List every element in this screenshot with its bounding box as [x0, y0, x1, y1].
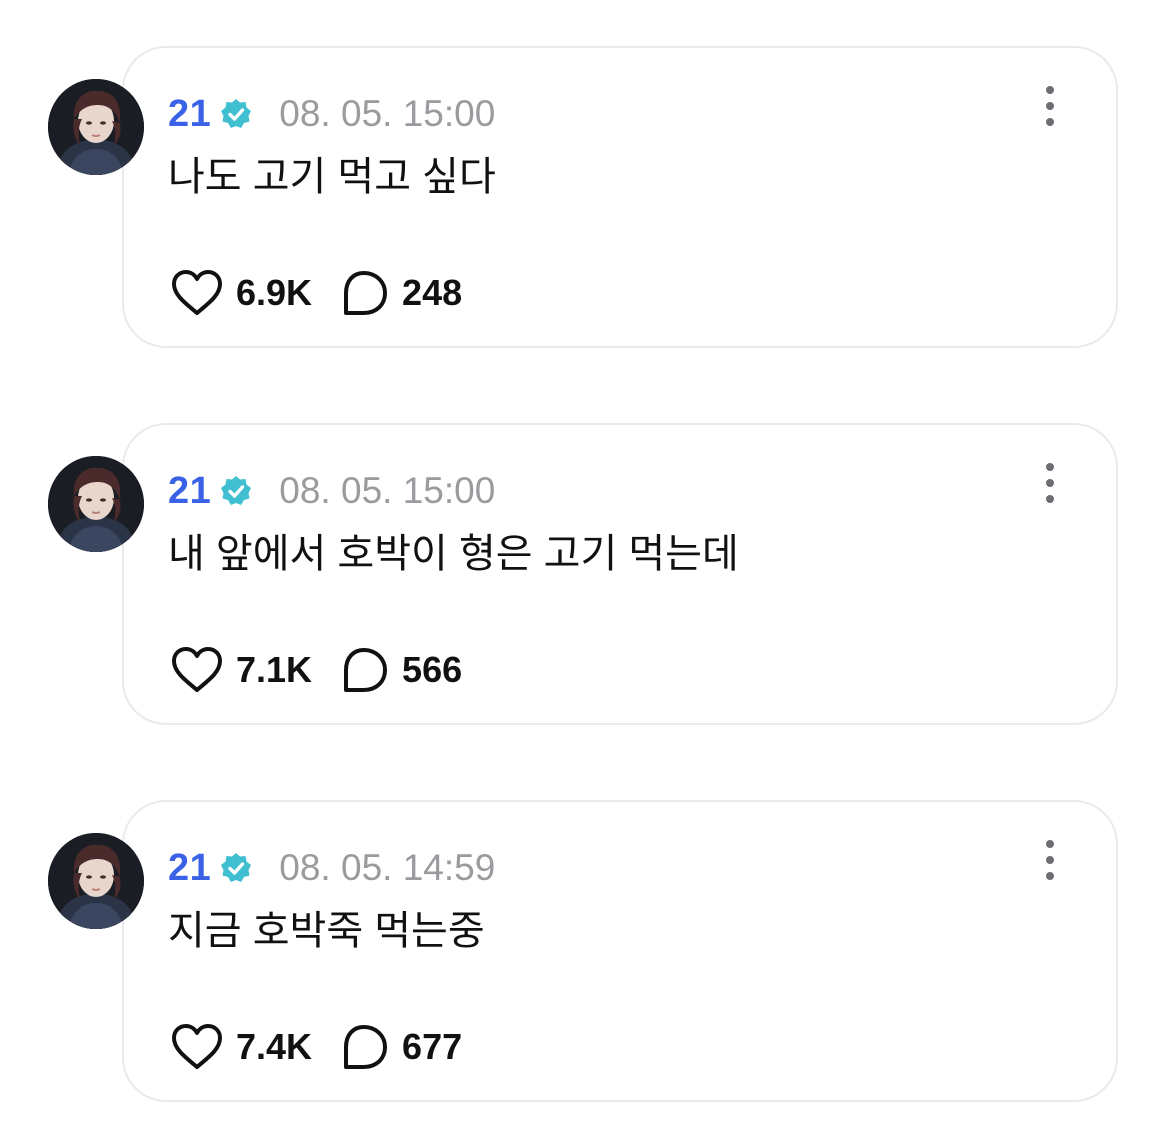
menu-dot	[1046, 102, 1054, 110]
post-timestamp: 08. 05. 14:59	[279, 847, 496, 888]
post-actions: 6.9K 248	[170, 258, 462, 328]
avatar-image	[48, 79, 144, 175]
post[interactable]: 21 08. 05. 15:00 나도 고기 먹고 싶다 6.9K 248	[0, 46, 1170, 350]
post-header: 21 08. 05. 15:00	[168, 461, 495, 521]
reply-count: 566	[402, 649, 463, 690]
verified-check-icon	[219, 97, 253, 131]
reply-bubble-icon	[344, 271, 388, 315]
menu-dot	[1046, 118, 1054, 126]
more-options-icon[interactable]	[1032, 86, 1068, 126]
like-button[interactable]: 7.4K	[170, 1023, 312, 1071]
author-name[interactable]: 21	[168, 470, 211, 513]
avatar[interactable]	[48, 79, 144, 175]
heart-icon	[172, 270, 222, 315]
verified-check-icon	[219, 474, 253, 508]
reply-button[interactable]: 248	[340, 269, 462, 317]
reply-count: 248	[402, 272, 463, 313]
avatar[interactable]	[48, 456, 144, 552]
menu-dot	[1046, 463, 1054, 471]
post-actions: 7.4K 677	[170, 1012, 462, 1082]
verified-check-icon	[219, 851, 253, 885]
avatar[interactable]	[48, 833, 144, 929]
reply-button[interactable]: 566	[340, 646, 462, 694]
like-count: 7.4K	[236, 1026, 313, 1067]
like-button[interactable]: 6.9K	[170, 269, 312, 317]
menu-dot	[1046, 479, 1054, 487]
menu-dot	[1046, 872, 1054, 880]
menu-dot	[1046, 840, 1054, 848]
heart-icon	[172, 1024, 222, 1069]
post-text: 내 앞에서 호박이 형은 고기 먹는데	[168, 532, 739, 576]
more-options-icon[interactable]	[1032, 463, 1068, 503]
like-button[interactable]: 7.1K	[170, 646, 312, 694]
post-timestamp: 08. 05. 15:00	[279, 93, 496, 134]
post-timestamp: 08. 05. 15:00	[279, 470, 496, 511]
reply-bubble-icon	[344, 648, 388, 692]
menu-dot	[1046, 856, 1054, 864]
reply-bubble-icon	[344, 1025, 388, 1069]
heart-icon	[172, 647, 222, 692]
menu-dot	[1046, 86, 1054, 94]
reply-button[interactable]: 677	[340, 1023, 462, 1071]
avatar-image	[48, 456, 144, 552]
like-count: 7.1K	[236, 649, 313, 690]
post-actions: 7.1K 566	[170, 635, 462, 705]
post-text: 지금 호박죽 먹는중	[168, 909, 485, 953]
author-name[interactable]: 21	[168, 847, 211, 890]
menu-dot	[1046, 495, 1054, 503]
post[interactable]: 21 08. 05. 14:59 지금 호박죽 먹는중 7.4K 677	[0, 800, 1170, 1104]
post-header: 21 08. 05. 15:00	[168, 84, 495, 144]
like-count: 6.9K	[236, 272, 313, 313]
post[interactable]: 21 08. 05. 15:00 내 앞에서 호박이 형은 고기 먹는데 7.1…	[0, 423, 1170, 727]
reply-count: 677	[402, 1026, 463, 1067]
avatar-image	[48, 833, 144, 929]
post-header: 21 08. 05. 14:59	[168, 838, 495, 898]
more-options-icon[interactable]	[1032, 840, 1068, 880]
post-text: 나도 고기 먹고 싶다	[168, 155, 496, 199]
author-name[interactable]: 21	[168, 93, 211, 136]
